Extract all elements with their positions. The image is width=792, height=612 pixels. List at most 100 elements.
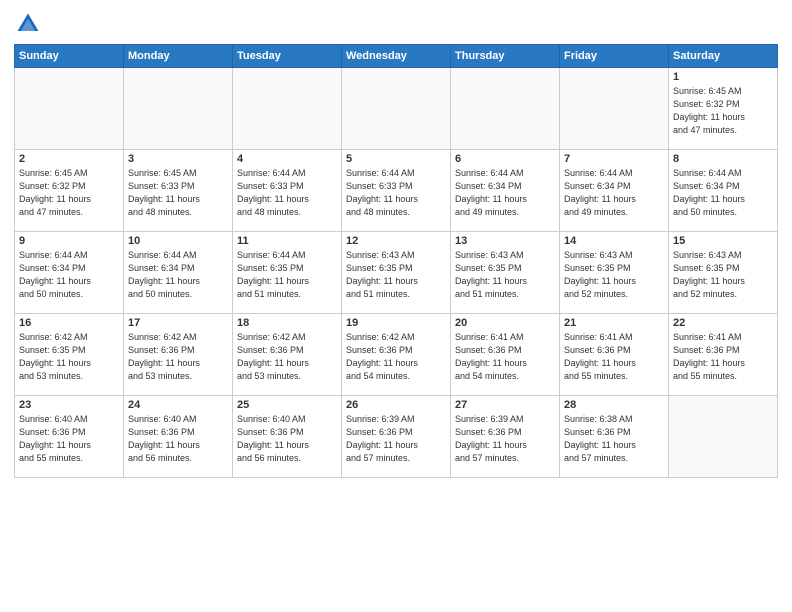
day-info: Sunrise: 6:44 AM Sunset: 6:34 PM Dayligh… (128, 249, 228, 301)
day-info: Sunrise: 6:44 AM Sunset: 6:34 PM Dayligh… (673, 167, 773, 219)
day-number: 7 (564, 153, 664, 165)
day-cell (124, 68, 233, 150)
day-info: Sunrise: 6:38 AM Sunset: 6:36 PM Dayligh… (564, 413, 664, 465)
day-number: 22 (673, 317, 773, 329)
day-cell: 18 Sunrise: 6:42 AM Sunset: 6:36 PM Dayli… (233, 314, 342, 396)
header (14, 10, 778, 38)
day-info: Sunrise: 6:45 AM Sunset: 6:32 PM Dayligh… (673, 85, 773, 137)
day-info: Sunrise: 6:41 AM Sunset: 6:36 PM Dayligh… (673, 331, 773, 383)
day-cell: 3 Sunrise: 6:45 AM Sunset: 6:33 PM Daylig… (124, 150, 233, 232)
day-cell (233, 68, 342, 150)
day-cell: 12Sunrise: 6:43 AM Sunset: 6:35 PM Dayli… (342, 232, 451, 314)
week-row-2: 9 Sunrise: 6:44 AM Sunset: 6:34 PM Daylig… (15, 232, 778, 314)
day-cell: 25 Sunrise: 6:40 AM Sunset: 6:36 PM Dayli… (233, 396, 342, 478)
day-info: Sunrise: 6:40 AM Sunset: 6:36 PM Dayligh… (19, 413, 119, 465)
day-number: 8 (673, 153, 773, 165)
day-cell: 6Sunrise: 6:44 AM Sunset: 6:34 PM Daylig… (451, 150, 560, 232)
day-cell (15, 68, 124, 150)
day-number: 3 (128, 153, 228, 165)
day-info: Sunrise: 6:41 AM Sunset: 6:36 PM Dayligh… (455, 331, 555, 383)
day-number: 10 (128, 235, 228, 247)
day-cell: 13 Sunrise: 6:43 AM Sunset: 6:35 PM Dayli… (451, 232, 560, 314)
day-info: Sunrise: 6:44 AM Sunset: 6:34 PM Dayligh… (564, 167, 664, 219)
day-info: Sunrise: 6:45 AM Sunset: 6:32 PM Dayligh… (19, 167, 119, 219)
day-number: 14 (564, 235, 664, 247)
calendar: SundayMondayTuesdayWednesdayThursdayFrid… (14, 44, 778, 478)
day-number: 16 (19, 317, 119, 329)
day-info: Sunrise: 6:43 AM Sunset: 6:35 PM Dayligh… (455, 249, 555, 301)
day-number: 24 (128, 399, 228, 411)
weekday-header-wednesday: Wednesday (342, 45, 451, 68)
weekday-header-sunday: Sunday (15, 45, 124, 68)
logo (14, 10, 44, 38)
day-info: Sunrise: 6:44 AM Sunset: 6:34 PM Dayligh… (19, 249, 119, 301)
day-info: Sunrise: 6:42 AM Sunset: 6:36 PM Dayligh… (237, 331, 337, 383)
week-row-0: 1 Sunrise: 6:45 AM Sunset: 6:32 PM Daylig… (15, 68, 778, 150)
day-info: Sunrise: 6:45 AM Sunset: 6:33 PM Dayligh… (128, 167, 228, 219)
day-cell (342, 68, 451, 150)
day-cell: 21 Sunrise: 6:41 AM Sunset: 6:36 PM Dayli… (560, 314, 669, 396)
day-info: Sunrise: 6:44 AM Sunset: 6:35 PM Dayligh… (237, 249, 337, 301)
day-info: Sunrise: 6:42 AM Sunset: 6:36 PM Dayligh… (128, 331, 228, 383)
weekday-header-saturday: Saturday (669, 45, 778, 68)
day-number: 20 (455, 317, 555, 329)
day-info: Sunrise: 6:42 AM Sunset: 6:36 PM Dayligh… (346, 331, 446, 383)
weekday-header-tuesday: Tuesday (233, 45, 342, 68)
day-info: Sunrise: 6:40 AM Sunset: 6:36 PM Dayligh… (128, 413, 228, 465)
page: SundayMondayTuesdayWednesdayThursdayFrid… (0, 0, 792, 612)
day-number: 11 (237, 235, 337, 247)
day-info: Sunrise: 6:39 AM Sunset: 6:36 PM Dayligh… (346, 413, 446, 465)
day-info: Sunrise: 6:41 AM Sunset: 6:36 PM Dayligh… (564, 331, 664, 383)
day-number: 25 (237, 399, 337, 411)
day-cell: 5 Sunrise: 6:44 AM Sunset: 6:33 PM Daylig… (342, 150, 451, 232)
day-number: 15 (673, 235, 773, 247)
day-cell (560, 68, 669, 150)
day-cell: 4 Sunrise: 6:44 AM Sunset: 6:33 PM Daylig… (233, 150, 342, 232)
day-number: 23 (19, 399, 119, 411)
logo-icon (14, 10, 42, 38)
day-cell: 17Sunrise: 6:42 AM Sunset: 6:36 PM Dayli… (124, 314, 233, 396)
day-info: Sunrise: 6:42 AM Sunset: 6:35 PM Dayligh… (19, 331, 119, 383)
day-info: Sunrise: 6:43 AM Sunset: 6:35 PM Dayligh… (564, 249, 664, 301)
day-cell: 14 Sunrise: 6:43 AM Sunset: 6:35 PM Dayli… (560, 232, 669, 314)
day-number: 13 (455, 235, 555, 247)
day-info: Sunrise: 6:44 AM Sunset: 6:33 PM Dayligh… (237, 167, 337, 219)
day-cell: 22 Sunrise: 6:41 AM Sunset: 6:36 PM Dayli… (669, 314, 778, 396)
day-info: Sunrise: 6:44 AM Sunset: 6:33 PM Dayligh… (346, 167, 446, 219)
day-info: Sunrise: 6:44 AM Sunset: 6:34 PM Dayligh… (455, 167, 555, 219)
weekday-header-friday: Friday (560, 45, 669, 68)
day-number: 18 (237, 317, 337, 329)
day-cell: 28 Sunrise: 6:38 AM Sunset: 6:36 PM Dayli… (560, 396, 669, 478)
day-cell: 10 Sunrise: 6:44 AM Sunset: 6:34 PM Dayli… (124, 232, 233, 314)
day-info: Sunrise: 6:40 AM Sunset: 6:36 PM Dayligh… (237, 413, 337, 465)
day-cell: 7 Sunrise: 6:44 AM Sunset: 6:34 PM Daylig… (560, 150, 669, 232)
weekday-header-monday: Monday (124, 45, 233, 68)
day-number: 5 (346, 153, 446, 165)
day-cell: 9 Sunrise: 6:44 AM Sunset: 6:34 PM Daylig… (15, 232, 124, 314)
day-number: 21 (564, 317, 664, 329)
day-info: Sunrise: 6:39 AM Sunset: 6:36 PM Dayligh… (455, 413, 555, 465)
week-row-1: 2 Sunrise: 6:45 AM Sunset: 6:32 PM Daylig… (15, 150, 778, 232)
day-cell: 19 Sunrise: 6:42 AM Sunset: 6:36 PM Dayli… (342, 314, 451, 396)
day-cell: 23 Sunrise: 6:40 AM Sunset: 6:36 PM Dayli… (15, 396, 124, 478)
day-cell: 1 Sunrise: 6:45 AM Sunset: 6:32 PM Daylig… (669, 68, 778, 150)
day-number: 19 (346, 317, 446, 329)
day-cell: 20 Sunrise: 6:41 AM Sunset: 6:36 PM Dayli… (451, 314, 560, 396)
day-cell: 27 Sunrise: 6:39 AM Sunset: 6:36 PM Dayli… (451, 396, 560, 478)
day-cell: 26 Sunrise: 6:39 AM Sunset: 6:36 PM Dayli… (342, 396, 451, 478)
weekday-header-thursday: Thursday (451, 45, 560, 68)
day-number: 27 (455, 399, 555, 411)
day-info: Sunrise: 6:43 AM Sunset: 6:35 PM Dayligh… (673, 249, 773, 301)
day-cell (669, 396, 778, 478)
weekday-header-row: SundayMondayTuesdayWednesdayThursdayFrid… (15, 45, 778, 68)
day-number: 2 (19, 153, 119, 165)
day-number: 4 (237, 153, 337, 165)
week-row-3: 16 Sunrise: 6:42 AM Sunset: 6:35 PM Dayli… (15, 314, 778, 396)
day-number: 1 (673, 71, 773, 83)
day-number: 9 (19, 235, 119, 247)
day-number: 28 (564, 399, 664, 411)
day-cell: 24 Sunrise: 6:40 AM Sunset: 6:36 PM Dayli… (124, 396, 233, 478)
day-number: 12 (346, 235, 446, 247)
day-cell (451, 68, 560, 150)
day-number: 26 (346, 399, 446, 411)
